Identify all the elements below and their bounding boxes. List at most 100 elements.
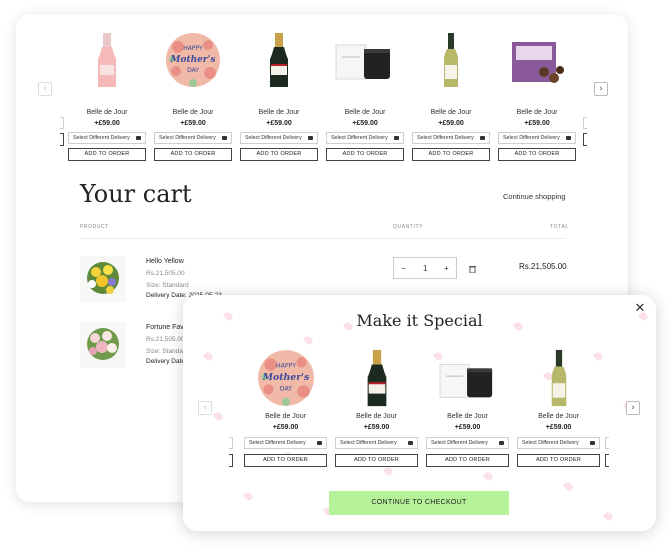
select-delivery-dropdown[interactable]: Select Different Delivery (154, 132, 232, 144)
partial-select-right (605, 437, 609, 449)
quantity-stepper: − 1 + (393, 257, 457, 279)
calendar-icon (136, 136, 141, 140)
svg-text:HAPPY: HAPPY (183, 45, 203, 52)
white-wine-bottle-icon (551, 349, 567, 407)
modal-title: Make it Special (356, 311, 483, 330)
add-to-order-button[interactable]: ADD TO ORDER (517, 454, 600, 467)
select-delivery-dropdown[interactable]: Select Different Delivery (240, 132, 318, 144)
mothers-day-balloon-icon: HAPPY Mother's DAY (258, 350, 314, 406)
svg-text:Mother's: Mother's (262, 372, 310, 383)
continue-to-checkout-button[interactable]: CONTINUE TO CHECKOUT (329, 491, 509, 515)
select-delivery-label: Select Different Delivery (245, 135, 302, 141)
column-header-quantity: QUANTITY (393, 224, 424, 230)
product-price: +£59.00 (94, 120, 120, 127)
modal-carousel-next-button[interactable]: › (626, 401, 640, 415)
chocolate-box-icon (512, 42, 564, 83)
select-delivery-label: Select Different Delivery (340, 440, 397, 446)
cart-item-size: Size: Standa (146, 348, 183, 355)
partial-add-right (583, 133, 587, 146)
chevron-right-icon: › (599, 84, 603, 94)
product-name: Belle de Jour (430, 109, 472, 116)
add-to-order-button[interactable]: ADD TO ORDER (68, 148, 146, 161)
select-delivery-dropdown[interactable]: Select Different Delivery (244, 437, 327, 449)
chevron-left-icon: ‹ (43, 84, 47, 94)
carousel-next-button[interactable]: › (594, 82, 608, 96)
add-to-order-button[interactable]: ADD TO ORDER (335, 454, 418, 467)
product-price: +£59.00 (524, 120, 550, 127)
modal-carousel-prev-button[interactable]: ‹ (198, 401, 212, 415)
select-delivery-dropdown[interactable]: Select Different Delivery (426, 437, 509, 449)
product-price: +£59.00 (454, 424, 481, 431)
champagne-bottle-icon (270, 33, 288, 87)
add-to-order-button[interactable]: ADD TO ORDER (244, 454, 327, 467)
header-divider (80, 238, 566, 239)
chevron-left-icon: ‹ (203, 403, 207, 413)
partial-add-left (229, 454, 233, 467)
product-price: +£59.00 (266, 120, 292, 127)
trash-icon[interactable] (469, 265, 476, 273)
quantity-increase-button[interactable]: + (444, 264, 449, 273)
product-price: +£59.00 (545, 424, 572, 431)
select-delivery-label: Select Different Delivery (159, 135, 216, 141)
add-to-order-button[interactable]: ADD TO ORDER (326, 148, 404, 161)
candle-gift-set-icon (439, 364, 493, 398)
product-name: Belle de Jour (86, 109, 128, 116)
select-delivery-dropdown[interactable]: Select Different Delivery (335, 437, 418, 449)
select-delivery-label: Select Different Delivery (522, 440, 579, 446)
make-it-special-modal: Make it Special ✕ ‹ › HAPPY Mother's DAY… (183, 295, 656, 531)
select-delivery-dropdown[interactable]: Select Different Delivery (498, 132, 576, 144)
quantity-decrease-button[interactable]: − (401, 264, 406, 273)
mothers-day-balloon-icon: HAPPY Mother's DAY (166, 33, 220, 87)
select-delivery-dropdown[interactable]: Select Different Delivery (517, 437, 600, 449)
calendar-icon (308, 136, 313, 140)
page-title: Your cart (80, 180, 192, 208)
select-delivery-label: Select Different Delivery (73, 135, 130, 141)
product-price: +£59.00 (352, 120, 378, 127)
cart-item-name[interactable]: Hello Yellow (146, 258, 184, 265)
select-delivery-label: Select Different Delivery (249, 440, 306, 446)
calendar-icon (566, 136, 571, 140)
select-delivery-dropdown[interactable]: Select Different Delivery (68, 132, 146, 144)
calendar-icon (222, 136, 227, 140)
add-to-order-button[interactable]: ADD TO ORDER (498, 148, 576, 161)
product-name: Belle de Jour (356, 413, 397, 420)
partial-select-right (583, 117, 587, 129)
add-to-order-button[interactable]: ADD TO ORDER (412, 148, 490, 161)
yellow-bouquet-image (80, 256, 126, 302)
champagne-bottle-icon (367, 349, 387, 407)
cart-item-delivery-date: Delivery Date: (146, 358, 187, 365)
carousel-prev-button[interactable]: ‹ (38, 82, 52, 96)
svg-text:HAPPY: HAPPY (276, 363, 296, 370)
select-delivery-dropdown[interactable]: Select Different Delivery (326, 132, 404, 144)
svg-text:DAY: DAY (187, 67, 199, 74)
calendar-icon (408, 441, 413, 445)
calendar-icon (590, 441, 595, 445)
product-price: +£59.00 (438, 120, 464, 127)
calendar-icon (480, 136, 485, 140)
add-to-order-button[interactable]: ADD TO ORDER (426, 454, 509, 467)
select-delivery-dropdown[interactable]: Select Different Delivery (412, 132, 490, 144)
mixed-bouquet-image (80, 322, 126, 368)
calendar-icon (317, 441, 322, 445)
calendar-icon (394, 136, 399, 140)
product-name: Belle de Jour (516, 109, 558, 116)
product-name: Belle de Jour (172, 109, 214, 116)
chevron-right-icon: › (631, 403, 635, 413)
continue-shopping-link[interactable]: Continue shopping (503, 192, 566, 201)
svg-text:Mother's: Mother's (170, 55, 216, 65)
cart-item-price: Rs.21,505.00 (146, 336, 185, 343)
product-name: Belle de Jour (344, 109, 386, 116)
product-name: Belle de Jour (538, 413, 579, 420)
add-to-order-button[interactable]: ADD TO ORDER (154, 148, 232, 161)
quantity-value[interactable]: 1 (423, 264, 427, 273)
cart-item-name[interactable]: Fortune Fav (146, 324, 184, 331)
select-delivery-label: Select Different Delivery (417, 135, 474, 141)
select-delivery-label: Select Different Delivery (331, 135, 388, 141)
rose-champagne-bottle-icon (98, 33, 116, 87)
partial-add-right (605, 454, 609, 467)
product-price: +£59.00 (180, 120, 206, 127)
partial-add-left (60, 133, 64, 146)
add-to-order-button[interactable]: ADD TO ORDER (240, 148, 318, 161)
close-icon[interactable]: ✕ (634, 302, 646, 315)
white-wine-bottle-icon (444, 33, 458, 87)
